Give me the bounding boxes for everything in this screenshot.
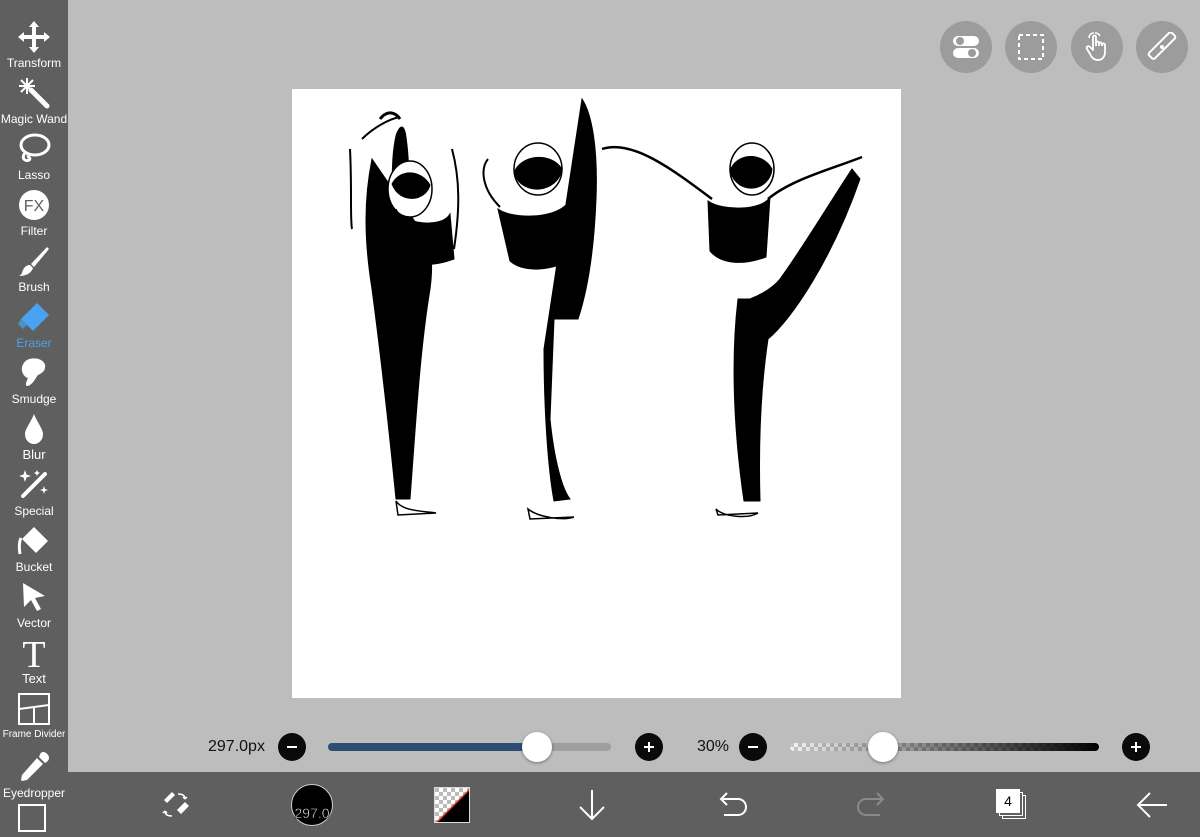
ruler-button[interactable] [1136, 21, 1188, 73]
plus-icon [1131, 742, 1141, 752]
figure-left [349, 111, 460, 516]
brush-size-slider-handle[interactable] [522, 732, 553, 762]
brush-preview-circle: 297.0 [291, 783, 333, 826]
droplet-icon [25, 414, 43, 444]
bucket-icon [17, 527, 48, 555]
back-button[interactable] [1132, 772, 1172, 837]
tool-label: Transform [6, 56, 62, 70]
tool-frame-divider[interactable]: Frame Divider [0, 692, 68, 748]
arrow-left-icon [1136, 791, 1167, 818]
layers-button[interactable]: 4 [992, 772, 1032, 837]
touch-hand-icon [1085, 32, 1106, 61]
touch-button[interactable] [1071, 21, 1123, 73]
color-swatch-button[interactable] [432, 772, 472, 837]
arrow-down-icon [579, 789, 605, 820]
brush-size-value: 297.0px [208, 738, 265, 755]
swap-tool-button[interactable] [150, 772, 200, 837]
toggle-switch-icon [953, 36, 979, 58]
tool-label: Magic Wand [0, 112, 68, 126]
svg-text:FX: FX [24, 198, 45, 215]
move-arrows-icon [18, 21, 50, 53]
tool-label: Text [22, 671, 46, 686]
sparkle-pen-icon [19, 470, 48, 498]
svg-text:T: T [22, 634, 45, 670]
tool-filter[interactable]: FX Filter [0, 188, 68, 244]
tool-label: Blur [22, 447, 46, 462]
layer-count: 4 [996, 788, 1020, 813]
tool-rail: Transform Magic Wand Lasso FX Filter Bru… [0, 0, 68, 837]
tool-label: Frame Divider [2, 729, 66, 740]
opacity-increase-button[interactable] [1122, 733, 1150, 761]
redo-icon [856, 791, 885, 816]
download-button[interactable] [572, 772, 612, 837]
tool-label: Brush [18, 280, 50, 294]
plus-icon [644, 742, 654, 752]
dashed-selection-icon [1018, 34, 1044, 60]
tool-blur[interactable]: Blur [0, 412, 68, 468]
tool-label: Eyedropper [2, 786, 66, 800]
tool-label: Bucket [15, 560, 53, 574]
tool-special[interactable]: Special [0, 468, 68, 524]
tool-label: Lasso [17, 168, 51, 182]
smudge-icon [21, 358, 46, 386]
drawing-canvas[interactable] [292, 89, 901, 698]
tool-label: Filter [20, 224, 48, 238]
opacity-value: 30% [697, 738, 730, 755]
tool-eraser[interactable]: Eraser [0, 300, 68, 356]
minus-icon [287, 746, 297, 748]
toggle-panels-button[interactable] [940, 21, 992, 73]
fx-icon: FX [19, 190, 49, 220]
redo-button[interactable] [852, 772, 892, 837]
brush-size-track[interactable] [328, 743, 611, 751]
tool-vector[interactable]: Vector [0, 580, 68, 636]
undo-icon [719, 791, 748, 816]
eraser-icon [18, 303, 49, 331]
layer-thumbnail-icon[interactable] [18, 804, 46, 832]
tool-eyedropper[interactable]: Eyedropper [0, 750, 68, 806]
color-swatch [434, 786, 470, 823]
figure-center [482, 97, 597, 520]
brush-icon [19, 247, 49, 276]
brush-preview-button[interactable]: 297.0 [286, 772, 338, 837]
brush-size-increase-button[interactable] [635, 733, 663, 761]
tool-label: Eraser [16, 336, 52, 350]
bottom-toolbar: 297.0 4 [68, 772, 1200, 837]
brush-size-decrease-button[interactable] [278, 733, 306, 761]
tool-label: Vector [16, 616, 52, 630]
tool-text[interactable]: T Text [0, 634, 68, 690]
opacity-slider-handle[interactable] [867, 732, 898, 762]
opacity-track[interactable] [790, 743, 1099, 751]
tool-label: Smudge [11, 392, 57, 406]
artwork-stretching-figures [349, 97, 863, 520]
brush-size-fill [328, 743, 538, 751]
minus-icon [748, 746, 758, 748]
tool-label: Special [14, 504, 54, 518]
tool-brush[interactable]: Brush [0, 244, 68, 300]
tool-transform[interactable]: Transform [0, 20, 68, 76]
tool-lasso[interactable]: Lasso [0, 132, 68, 188]
figure-right [601, 142, 863, 518]
ruler-icon [1147, 32, 1177, 60]
tool-magic-wand[interactable]: Magic Wand [0, 76, 68, 132]
swap-brush-eraser-icon [162, 791, 189, 817]
text-t-icon: T [22, 634, 45, 670]
undo-button[interactable] [712, 772, 752, 837]
frame-divider-icon [18, 693, 50, 725]
eyedropper-icon [21, 752, 49, 781]
brush-preview-value: 297.0 [294, 804, 330, 821]
tool-bucket[interactable]: Bucket [0, 524, 68, 580]
magic-wand-icon [19, 78, 50, 109]
lasso-icon [19, 133, 51, 162]
tool-smudge[interactable]: Smudge [0, 356, 68, 412]
opacity-decrease-button[interactable] [739, 733, 767, 761]
cursor-arrow-icon [23, 583, 45, 611]
layers-icon: 4 [996, 788, 1028, 821]
selection-button[interactable] [1005, 21, 1057, 73]
